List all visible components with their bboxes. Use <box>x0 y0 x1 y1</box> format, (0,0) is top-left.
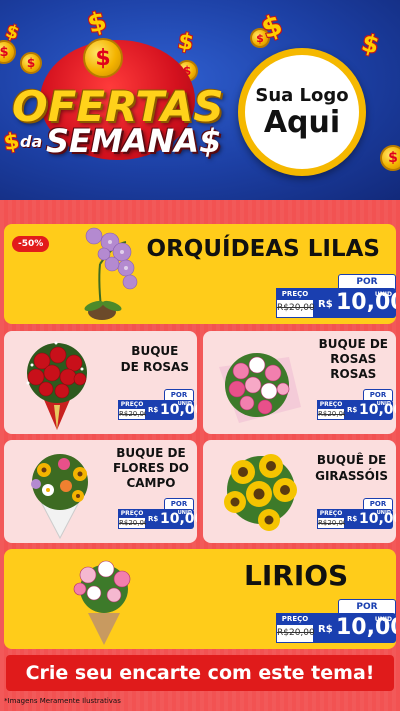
product-name: BUQUÊ DE GIRASSÓIS <box>315 452 388 484</box>
disclaimer-text: *Imagens Meramente Ilustrativas <box>4 697 121 705</box>
coin-icon: $ <box>380 145 400 171</box>
cta-button[interactable]: Crie seu encarte com este tema! <box>6 655 394 691</box>
old-price: R$20,00 <box>277 303 315 313</box>
product-name-line2: ROSAS <box>330 352 377 366</box>
price-tag: POR PREÇO R$20,00 R$ 10,00 UNID <box>276 599 396 649</box>
new-price-box: R$ 10,00 UNID <box>146 400 197 420</box>
unit-label: UNID <box>374 291 392 298</box>
sunflowers-image <box>224 454 297 531</box>
dollar-sign-icon: $ <box>84 6 110 40</box>
unit-label: UNID <box>177 401 192 407</box>
title-da: da <box>20 132 43 151</box>
new-price-box: R$ 10,00 UNID <box>345 400 396 420</box>
product-name: LIRIOS <box>244 559 349 592</box>
roses-bouquet-image <box>26 341 87 430</box>
big-coin-icon: $ <box>83 38 123 78</box>
new-price-box: R$ 10,00 UNID <box>314 613 396 643</box>
preco-label: PREÇO <box>318 510 344 518</box>
dollar-sign-icon: $ <box>358 28 383 60</box>
product-card-buque-rosas-rosas[interactable]: BUQUE DE ROSAS ROSAS POR PREÇO R$20,00 R… <box>203 331 396 434</box>
product-name: BUQUE DE ROSAS <box>121 343 189 375</box>
product-name-line2: GIRASSÓIS <box>315 469 388 483</box>
product-name-line1: BUQUE DE <box>318 337 388 351</box>
price-tag: POR PREÇO R$20,00 R$ 10,00 UNID <box>317 498 396 536</box>
old-price: R$20,00 <box>119 410 149 418</box>
old-price-box: PREÇO R$20,00 <box>276 288 315 318</box>
old-price: R$20,00 <box>277 628 315 638</box>
unit-label: UNID <box>177 510 192 516</box>
lilies-image <box>73 560 131 645</box>
product-name-line1: BUQUÊ DE <box>316 453 387 467</box>
unit-label: UNID <box>374 616 392 623</box>
price-tag: POR PREÇO R$20,00 R$ 10,00 UNID <box>276 274 396 324</box>
orchid-image <box>84 227 138 320</box>
currency: R$ <box>148 515 159 523</box>
header-banner: $ $ $ $ $ $ $ $ $ $ $ $ OFERTAS da SEMAN… <box>0 0 400 200</box>
product-card-orquideas[interactable]: -50% ORQUÍDEAS LILAS POR PREÇO R$20,00 R… <box>4 224 396 324</box>
dollar-sign-icon: $ <box>2 20 22 45</box>
logo-placeholder[interactable]: Sua Logo Aqui <box>238 48 366 176</box>
price-tag: POR PREÇO R$20,00 R$ 10,00 UNID <box>317 389 396 427</box>
preco-label: PREÇO <box>119 401 145 409</box>
old-price: R$20,00 <box>318 410 348 418</box>
product-card-girassois[interactable]: BUQUÊ DE GIRASSÓIS POR PREÇO R$20,00 R$ … <box>203 440 396 543</box>
old-price-box: PREÇO R$20,00 <box>118 509 149 529</box>
price-tag: POR PREÇO R$20,00 R$ 10,00 UNID <box>118 389 197 427</box>
pink-roses-image <box>219 353 301 423</box>
title-semana: SEMANA$ <box>46 122 222 160</box>
product-name-line3: ROSAS <box>330 367 377 381</box>
old-price-box: PREÇO R$20,00 <box>118 400 149 420</box>
product-name-line2: FLORES DO <box>112 461 189 475</box>
preco-label: PREÇO <box>277 289 313 300</box>
old-price-box: PREÇO R$20,00 <box>317 400 348 420</box>
discount-badge: -50% <box>12 236 50 252</box>
product-name: ORQUÍDEAS LILAS <box>146 236 380 262</box>
new-price-box: R$ 10,00 UNID <box>146 509 197 529</box>
wildflowers-image <box>31 454 88 540</box>
currency: R$ <box>347 515 358 523</box>
product-card-flores-campo[interactable]: BUQUE DE FLORES DO CAMPO POR PREÇO R$20,… <box>4 440 197 543</box>
new-price-box: R$ 10,00 UNID <box>314 288 396 318</box>
currency: R$ <box>148 406 159 414</box>
product-name: BUQUE DE FLORES DO CAMPO <box>113 446 189 491</box>
old-price-box: PREÇO R$20,00 <box>276 613 315 643</box>
currency: R$ <box>318 299 333 310</box>
unit-label: UNID <box>376 510 391 516</box>
old-price-box: PREÇO R$20,00 <box>317 509 348 529</box>
coin-icon: $ <box>20 52 42 74</box>
unit-label: UNID <box>376 401 391 407</box>
old-price: R$20,00 <box>119 519 149 527</box>
product-card-lirios[interactable]: LIRIOS POR PREÇO R$20,00 R$ 10,00 UNID <box>4 549 396 649</box>
preco-label: PREÇO <box>119 510 145 518</box>
dollar-sign-icon: $ <box>1 128 22 157</box>
product-name: BUQUE DE ROSAS ROSAS <box>319 337 388 382</box>
preco-label: PREÇO <box>277 614 313 625</box>
new-price-box: R$ 10,00 UNID <box>345 509 396 529</box>
price-tag: POR PREÇO R$20,00 R$ 10,00 UNID <box>118 498 197 536</box>
currency: R$ <box>318 624 333 635</box>
product-name-line2: DE ROSAS <box>120 360 189 374</box>
preco-label: PREÇO <box>318 401 344 409</box>
old-price: R$20,00 <box>318 519 348 527</box>
logo-text-line2: Aqui <box>263 104 341 140</box>
product-name-line1: BUQUE DE <box>116 446 186 460</box>
product-card-buque-rosas[interactable]: BUQUE DE ROSAS POR PREÇO R$20,00 R$ 10,0… <box>4 331 197 434</box>
product-name-line3: CAMPO <box>126 476 176 490</box>
dollar-sign-icon: $ <box>175 28 196 57</box>
logo-text-line1: Sua Logo <box>255 84 349 106</box>
currency: R$ <box>347 406 358 414</box>
product-name-line1: BUQUE <box>131 344 179 358</box>
